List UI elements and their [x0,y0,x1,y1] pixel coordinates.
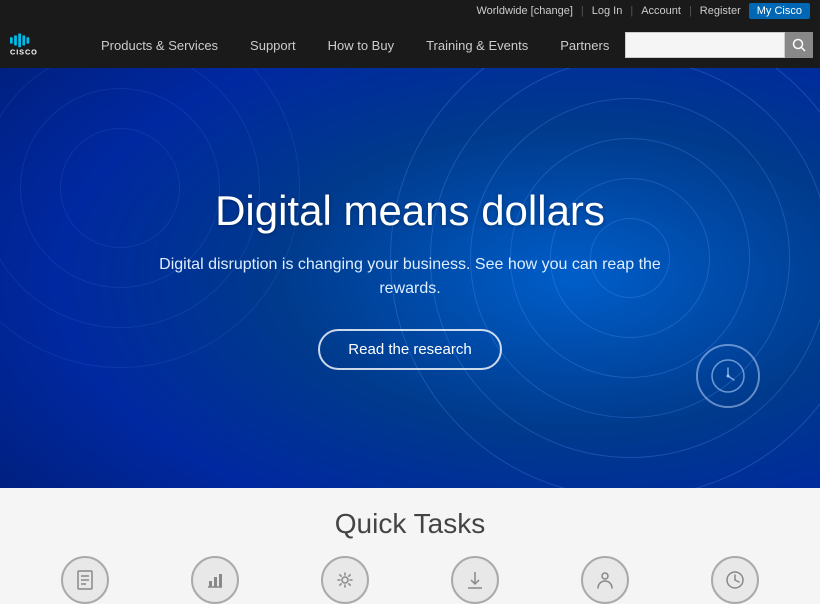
hero-content: Digital means dollars Digital disruption… [130,187,690,370]
worldwide-link[interactable]: Worldwide [change] [476,5,572,17]
search-form [625,32,813,58]
search-input[interactable] [625,32,785,58]
task-item-document[interactable] [61,556,109,604]
quick-tasks-section: Quick Tasks [0,488,820,604]
document-icon [61,556,109,604]
download-icon [451,556,499,604]
sep3: | [689,5,692,17]
nav-items: Products & Services Support How to Buy T… [85,22,625,68]
search-button[interactable] [785,32,813,58]
hero-subtitle: Digital disruption is changing your busi… [130,253,690,301]
task-item-download[interactable] [451,556,499,604]
task-clock-icon [711,556,759,604]
hero-cta-button[interactable]: Read the research [318,329,501,370]
nav-training[interactable]: Training & Events [410,22,544,68]
nav-how-to-buy[interactable]: How to Buy [312,22,410,68]
nav-products[interactable]: Products & Services [85,22,234,68]
logo[interactable]: CISCO [10,31,65,59]
quick-tasks-icons [0,556,820,604]
sep2: | [630,5,633,17]
chart-icon [191,556,239,604]
person-icon [581,556,629,604]
hero-title: Digital means dollars [130,187,690,235]
my-cisco-button[interactable]: My Cisco [749,3,810,19]
task-item-person[interactable] [581,556,629,604]
register-link[interactable]: Register [700,5,741,17]
sep1: | [581,5,584,17]
hero-section: Digital means dollars Digital disruption… [0,68,820,488]
nav-support[interactable]: Support [234,22,312,68]
task-item-clock[interactable] [711,556,759,604]
login-link[interactable]: Log In [592,5,623,17]
quick-tasks-title: Quick Tasks [0,508,820,540]
search-icon [792,38,806,52]
clock-icon [696,344,760,408]
task-item-chart[interactable] [191,556,239,604]
top-bar: Worldwide [change] | Log In | Account | … [0,0,820,22]
account-link[interactable]: Account [641,5,681,17]
nav-partners[interactable]: Partners [544,22,625,68]
cisco-logo-svg: CISCO [10,31,65,59]
task-item-gear[interactable] [321,556,369,604]
main-nav: CISCO Products & Services Support How to… [0,22,820,68]
gear-icon [321,556,369,604]
svg-text:CISCO: CISCO [10,48,38,57]
